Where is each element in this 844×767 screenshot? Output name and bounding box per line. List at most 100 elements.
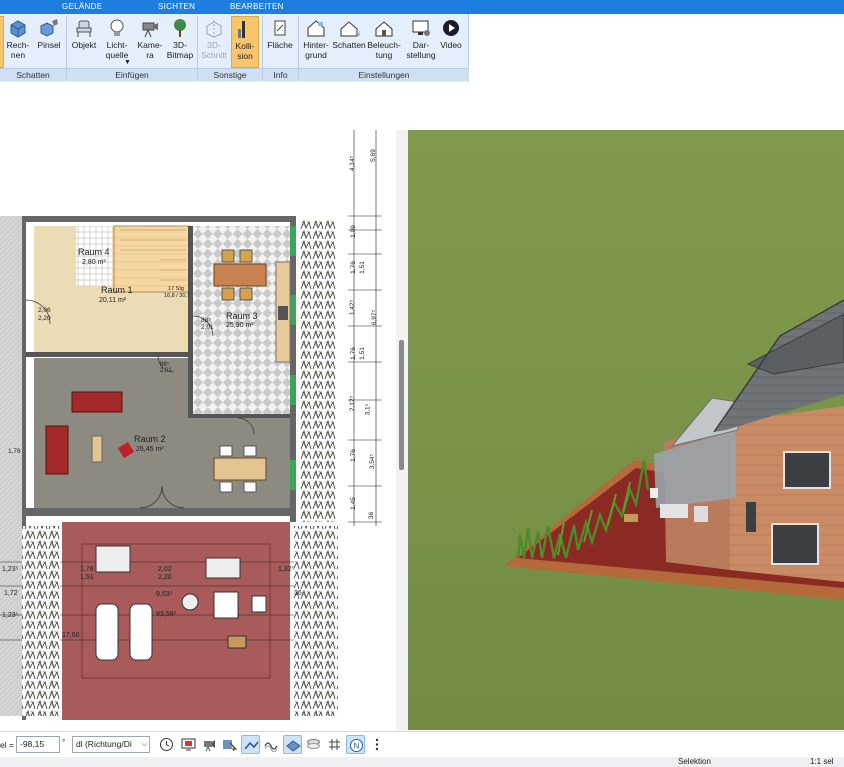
- camera-icon: [142, 22, 158, 38]
- flaeche-button[interactable]: Fläche: [265, 16, 295, 68]
- splitter-handle[interactable]: [399, 340, 404, 470]
- cursor-button[interactable]: [220, 735, 239, 754]
- status-scale: 1:1 sel: [810, 757, 834, 766]
- kamera-button[interactable]: Kame- ra: [135, 16, 165, 68]
- wave-tool-button[interactable]: [262, 735, 281, 754]
- darstellung-button[interactable]: Dar- stellung: [405, 16, 437, 68]
- hintergrund-label: Hinter- grund: [303, 40, 329, 60]
- calculate-icon: [10, 20, 26, 38]
- 3d-scene[interactable]: [408, 130, 844, 730]
- schatten-label: Schatten: [332, 40, 366, 50]
- group-label-einstellungen: Einstellungen: [299, 68, 469, 81]
- ruler-label: 1,42⁵: [349, 299, 357, 316]
- svg-text:N: N: [354, 742, 360, 751]
- grid-button[interactable]: [325, 735, 344, 754]
- angle-input[interactable]: -98,15: [16, 736, 60, 753]
- dimension-label: 2,01: [160, 368, 172, 374]
- garden-bench[interactable]: [95, 545, 131, 573]
- ruler-label: 1,45: [349, 497, 357, 510]
- terrace-dimension: 2,02: [158, 566, 172, 573]
- terrace-area: 93,56²: [156, 611, 176, 618]
- ruler-label: 1,76: [349, 449, 357, 462]
- ruler-label: 3,1⁵: [364, 403, 372, 416]
- terrace-table[interactable]: [213, 591, 239, 619]
- north-icon: N: [350, 739, 363, 752]
- monitor-button[interactable]: [179, 735, 198, 754]
- tab-bearbeiten[interactable]: BEARBEITEN: [230, 2, 284, 11]
- ruler-label: 6,97⁵: [371, 309, 379, 326]
- hedge-right: [300, 220, 336, 522]
- dimension-label: 88⁵: [201, 317, 211, 324]
- camera-button[interactable]: [200, 735, 219, 754]
- chair-icon: [76, 20, 92, 37]
- ruler-label: 4,14⁵: [349, 155, 357, 172]
- bitmap3d-button[interactable]: 3D- Bitmap: [166, 16, 194, 68]
- sun-lounger-left[interactable]: [95, 603, 119, 661]
- tab-gelaende[interactable]: GELÄNDE: [62, 2, 102, 11]
- more-button[interactable]: [370, 735, 384, 754]
- tab-sichten[interactable]: SICHTEN: [158, 2, 195, 11]
- hintergrund-button[interactable]: Hinter- grund: [300, 16, 332, 68]
- shadow-toggle-button[interactable]: [0, 16, 4, 68]
- terrace-dimension: 1,32⁵: [278, 566, 295, 573]
- staircase[interactable]: [113, 225, 191, 293]
- grid-icon: [329, 739, 340, 750]
- armchair[interactable]: [45, 425, 69, 475]
- house-light-icon: [375, 21, 393, 37]
- group-label-info: Info: [263, 68, 298, 81]
- house-shadow-icon: [340, 21, 360, 37]
- layer-button[interactable]: [304, 735, 323, 754]
- schatten-button[interactable]: Schatten: [332, 16, 366, 68]
- ruler-label: 1,51: [358, 261, 366, 274]
- room-area: 20,11 m²: [99, 297, 127, 304]
- room-area: 25,90 m²: [226, 322, 254, 329]
- rechnen-button[interactable]: Rech- nen: [5, 16, 31, 68]
- beleuchtung-button[interactable]: Beleuch- tung: [367, 16, 401, 68]
- status-bar: Selektion 1:1 sel: [0, 757, 844, 767]
- dimension-label: 2,06: [38, 307, 51, 314]
- kollision-button[interactable]: Kolli- sion: [231, 16, 259, 68]
- ribbon-tab-bar: GELÄNDE SICHTEN BEARBEITEN: [0, 0, 844, 14]
- terrace-dimension: 36: [294, 590, 302, 597]
- video-button[interactable]: Video: [437, 16, 465, 68]
- objekt-button[interactable]: Objekt: [69, 16, 99, 68]
- dining-table[interactable]: [213, 263, 267, 287]
- room-area: 26,45 m²: [136, 446, 164, 453]
- lichtquelle-label: Licht- quelle: [105, 40, 129, 60]
- lichtquelle-button[interactable]: Licht- quelle ▼: [101, 16, 133, 68]
- chevron-down-icon[interactable]: ▼: [124, 58, 131, 68]
- hedge-left: [22, 526, 60, 716]
- schnitt3d-label: 3D- Schnitt: [201, 40, 227, 60]
- surface-icon: [286, 740, 301, 752]
- 3d-view[interactable]: [408, 130, 844, 730]
- clock-button[interactable]: [157, 735, 176, 754]
- line-icon: [244, 741, 259, 750]
- line-tool-button[interactable]: [241, 735, 260, 754]
- monitor-icon: [181, 738, 196, 751]
- pinsel-button[interactable]: Pinsel: [34, 16, 64, 68]
- sun-lounger-right[interactable]: [129, 603, 153, 661]
- floor-plan-canvas[interactable]: [0, 130, 396, 720]
- exterior-strip: [0, 216, 22, 716]
- view-splitter[interactable]: [396, 130, 408, 730]
- direction-dropdown[interactable]: dl (Richtung/Di ⌵: [72, 736, 150, 753]
- terrace-dimension: 1,78: [80, 566, 94, 573]
- table-room-2[interactable]: [213, 457, 267, 481]
- ribbon-empty-area: [469, 14, 844, 82]
- terrace-dimension: 2,20: [158, 574, 172, 581]
- surface-tool-button[interactable]: [283, 735, 302, 754]
- sofa[interactable]: [71, 391, 123, 413]
- exterior-wall-top: [26, 216, 296, 222]
- group-label-einfuegen: Einfügen: [67, 68, 197, 81]
- terrace-dimension: 17,60: [62, 632, 80, 639]
- house-background-icon: [307, 20, 325, 37]
- ruler-label: 1,09: [349, 225, 357, 238]
- group-label-schatten: Schatten: [0, 68, 66, 81]
- camera-icon: [204, 740, 215, 752]
- schnitt3d-button[interactable]: 3D- Schnitt: [200, 16, 228, 68]
- north-button[interactable]: N: [346, 735, 365, 754]
- bitmap3d-label: 3D- Bitmap: [166, 40, 194, 60]
- stair-label: 16,8 / 30,7: [164, 293, 190, 299]
- floor-plan-view[interactable]: Raum 4 2,80 m² Raum 1 20,11 m² Raum 3 25…: [0, 130, 396, 720]
- section-icon: [206, 20, 222, 38]
